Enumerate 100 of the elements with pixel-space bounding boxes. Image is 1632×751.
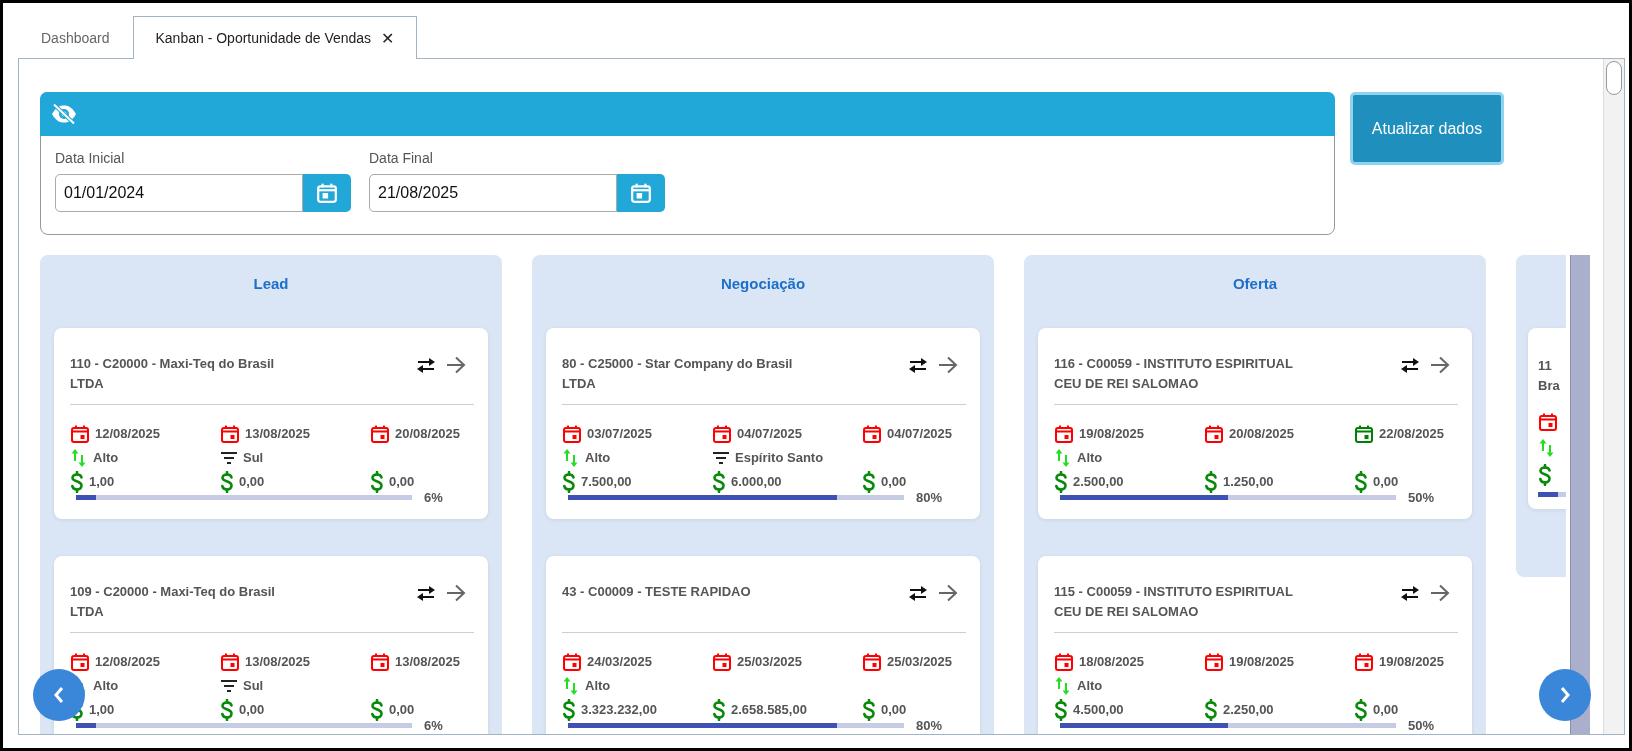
date-text: 18/08/2025: [1079, 654, 1145, 669]
amount-text: 1,00: [89, 702, 115, 717]
date-text: 22/08/2025: [1379, 426, 1445, 441]
region-text: Sul: [243, 450, 264, 465]
opportunity-card[interactable]: 116 - C00059 - INSTITUTO ESPIRITUAL CEU DE REI SALOMAO 19/08/2025 20/08/2025 22/08/2025 Alto 2.500,00 1.250,00 0,00 50%: [1038, 328, 1472, 519]
priority-text: Alto: [585, 678, 611, 693]
scrollbar-thumb[interactable]: [1570, 255, 1590, 734]
amount-text: 0,00: [389, 702, 415, 717]
arrow-right-icon[interactable]: [446, 356, 466, 374]
calendar-icon: [630, 182, 652, 204]
arrow-right-icon[interactable]: [1430, 356, 1450, 374]
amount-text: 0,00: [1373, 702, 1399, 717]
card-title: 110 - C20000 - Maxi-Teq do Brasil LTDA: [70, 355, 275, 393]
arrow-right-icon[interactable]: [938, 584, 958, 602]
date-text: 12/08/2025: [95, 426, 161, 441]
percent-text: 6%: [424, 490, 443, 505]
swap-arrows-icon[interactable]: [908, 584, 928, 602]
filter-icon: [712, 450, 730, 465]
percent-text: 50%: [1408, 490, 1435, 505]
date-text: 25/03/2025: [737, 654, 803, 669]
dollar-icon: [1538, 464, 1552, 486]
sort-arrows-icon: [70, 447, 88, 468]
region-text: Espírito Santo: [735, 450, 824, 465]
dollar-icon: [1054, 698, 1068, 721]
dollar-icon: [712, 698, 726, 721]
amount-text: 0,00: [389, 474, 415, 489]
priority-text: Alto: [1077, 450, 1103, 465]
amount-text: 2.658.585,00: [731, 702, 807, 717]
calendar-button[interactable]: [617, 174, 665, 212]
date-field[interactable]: 01/01/2024: [55, 174, 303, 212]
opportunity-card[interactable]: 80 - C25000 - Star Company do Brasil LTDA 03/07/2025 04/07/2025 04/07/2025 Alto Espírito Santo 7.500,00 6.000,00 0,00 80%: [546, 328, 980, 519]
dollar-icon: [862, 698, 876, 721]
card-title: 11 Bra: [1538, 357, 1561, 395]
percent-text: 50%: [1408, 718, 1435, 733]
field-label: Data Final: [369, 150, 434, 166]
amount-text: 1.250,00: [1223, 474, 1274, 489]
amount-text: 2.500,00: [1073, 474, 1124, 489]
amount-text: 4.500,00: [1073, 702, 1124, 717]
date-text: 19/08/2025: [1379, 654, 1445, 669]
chevron-right-icon: [1559, 686, 1571, 704]
opportunity-card[interactable]: 11 Bra: [1528, 328, 1566, 509]
eye-off-icon[interactable]: [51, 103, 77, 125]
card-title: 109 - C20000 - Maxi-Teq do Brasil LTDA: [70, 583, 275, 621]
priority-text: Alto: [1077, 678, 1103, 693]
swap-arrows-icon[interactable]: [416, 584, 436, 602]
dollar-icon: [1204, 698, 1218, 721]
refresh-button[interactable]: Atualizar dados: [1350, 92, 1504, 165]
dollar-icon: [220, 698, 234, 721]
filter-icon: [220, 450, 238, 465]
opportunity-card[interactable]: 109 - C20000 - Maxi-Teq do Brasil LTDA 12/08/2025 13/08/2025 13/08/2025 Alto Sul 1,00 0,00 0,00 6%: [54, 556, 488, 734]
swap-arrows-icon[interactable]: [416, 356, 436, 374]
date-text: 20/08/2025: [395, 426, 461, 441]
percent-text: 80%: [916, 490, 943, 505]
close-icon[interactable]: ✕: [381, 28, 395, 48]
next-button[interactable]: [1539, 669, 1591, 721]
dollar-icon: [70, 470, 84, 493]
dollar-icon: [562, 470, 576, 493]
date-text: 03/07/2025: [587, 426, 653, 441]
arrow-right-icon[interactable]: [446, 584, 466, 602]
date-text: 04/07/2025: [887, 426, 953, 441]
dollar-icon: [370, 470, 384, 493]
date-text: 13/08/2025: [395, 654, 461, 669]
opportunity-card[interactable]: 110 - C20000 - Maxi-Teq do Brasil LTDA 12/08/2025 13/08/2025 20/08/2025 Alto Sul 1,00 0,00 0,00 6%: [54, 328, 488, 519]
tab[interactable]: Dashboard: [18, 16, 133, 58]
sort-arrows-icon: [1054, 675, 1072, 696]
amount-text: 0,00: [881, 474, 907, 489]
amount-text: 0,00: [239, 474, 265, 489]
dollar-icon: [1054, 470, 1068, 493]
card-title: 115 - C00059 - INSTITUTO ESPIRITUAL CEU DE REI SALOMAO: [1054, 583, 1293, 621]
arrow-right-icon[interactable]: [938, 356, 958, 374]
percent-text: 80%: [916, 718, 943, 733]
date-text: 24/03/2025: [587, 654, 653, 669]
date-text: 13/08/2025: [245, 426, 311, 441]
opportunity-card[interactable]: 115 - C00059 - INSTITUTO ESPIRITUAL CEU DE REI SALOMAO 18/08/2025 19/08/2025 19/08/2025 Alto 4.500,00 2.250,00 0,00 50%: [1038, 556, 1472, 734]
opportunity-card[interactable]: 43 - C00009 - TESTE RAPIDAO 24/03/2025 25/03/2025 25/03/2025 Alto 3.323.232,00 2.658.585,00 0,00 80%: [546, 556, 980, 734]
date-text: 19/08/2025: [1229, 654, 1295, 669]
sort-arrows-icon: [562, 675, 580, 696]
dollar-icon: [712, 470, 726, 493]
calendar-button[interactable]: [303, 174, 351, 212]
date-field[interactable]: 21/08/2025: [369, 174, 617, 212]
swap-arrows-icon[interactable]: [1400, 356, 1420, 374]
field-label: Data Inicial: [55, 150, 126, 166]
dollar-icon: [1204, 470, 1218, 493]
sort-arrows-icon: [1538, 438, 1556, 458]
calendar-icon: [316, 182, 338, 204]
arrow-right-icon[interactable]: [1430, 584, 1450, 602]
amount-text: 0,00: [881, 702, 907, 717]
tab[interactable]: Kanban - Oportunidade de Vendas ✕: [132, 16, 418, 59]
dollar-icon: [370, 698, 384, 721]
amount-text: 7.500,00: [581, 474, 632, 489]
card-title: 80 - C25000 - Star Company do Brasil LTDA: [562, 355, 793, 393]
swap-arrows-icon[interactable]: [908, 356, 928, 374]
amount-text: 6.000,00: [731, 474, 782, 489]
amount-text: 3.323.232,00: [581, 702, 657, 717]
card-title: 43 - C00009 - TESTE RAPIDAO: [562, 583, 751, 601]
column-title: Oferta: [1231, 274, 1279, 292]
swap-arrows-icon[interactable]: [1400, 584, 1420, 602]
scrollbar[interactable]: [1603, 59, 1624, 734]
date-text: 25/03/2025: [887, 654, 953, 669]
dollar-icon: [1354, 698, 1368, 721]
